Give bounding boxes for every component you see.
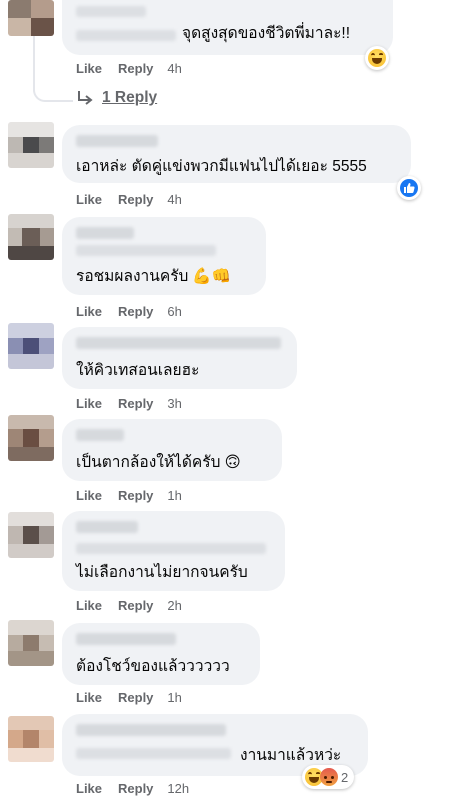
avatar[interactable] [8,214,54,260]
like-button[interactable]: Like [76,61,102,76]
thread-connector [33,78,73,102]
comment-text: เอาหล่ะ ตัดคู่แข่งพวกมีแฟนไปได้เยอะ 5555 [76,158,367,175]
emoji-text: 💪👊 [192,268,231,285]
avatar[interactable] [8,620,54,666]
comment-text: รอชมผลงานครับ 💪👊 [76,267,231,287]
reaction-summary[interactable] [397,176,421,200]
blurred-text [76,245,216,256]
comment-bubble: เป็นตากล้องให้ได้ครับ 🙃 [62,419,282,481]
emoji-text: 🙃 [224,454,241,471]
like-button[interactable]: Like [76,192,102,207]
comment-bubble: จุดสูงสุดของชีวิตพี่มาละ!! [62,0,393,55]
reply-button[interactable]: Reply [118,192,153,207]
avatar[interactable] [8,122,54,168]
avatar[interactable] [8,0,54,36]
blurred-name [76,521,138,533]
blurred-name [76,227,134,239]
comment-text: จุดสูงสุดของชีวิตพี่มาละ!! [182,25,351,42]
reaction-summary[interactable]: 2 [302,765,355,789]
view-replies-label: 1 Reply [102,89,158,106]
comment-actions: Like Reply 1h [76,690,182,705]
comment-actions: Like Reply 12h [76,781,189,796]
reply-button[interactable]: Reply [118,61,153,76]
comment-actions: Like Reply 4h [76,192,182,207]
timestamp[interactable]: 3h [167,396,181,411]
comment-text: งานมาแล้วหว่ะ [240,747,342,764]
avatar[interactable] [8,512,54,558]
timestamp[interactable]: 6h [167,304,181,319]
comment-actions: Like Reply 1h [76,488,182,503]
view-replies-link[interactable]: 1 Reply [76,89,157,107]
timestamp[interactable]: 12h [167,781,189,796]
like-icon [400,179,418,197]
like-button[interactable]: Like [76,304,102,319]
avatar[interactable] [8,323,54,369]
comment-bubble: ให้คิวเทสอนเลยฮะ [62,327,297,389]
blurred-name [76,633,176,645]
reply-button[interactable]: Reply [118,488,153,503]
reply-button[interactable]: Reply [118,598,153,613]
reply-button[interactable]: Reply [118,781,153,796]
reaction-count: 2 [341,769,349,785]
comment-text-main: เป็นตากล้องให้ได้ครับ [76,454,221,472]
like-button[interactable]: Like [76,690,102,705]
timestamp[interactable]: 1h [167,690,181,705]
reply-button[interactable]: Reply [118,690,153,705]
comment-bubble: เอาหล่ะ ตัดคู่แข่งพวกมีแฟนไปได้เยอะ 5555 [62,125,411,183]
reply-arrow-icon [78,91,93,105]
comment-actions: Like Reply 4h [76,61,182,76]
comment-actions: Like Reply 6h [76,304,182,319]
timestamp[interactable]: 1h [167,488,181,503]
blurred-name [76,724,226,736]
blurred-name [76,337,281,349]
comment-text: ต้องโชว์ของแล้วววววว [76,658,230,675]
like-button[interactable]: Like [76,598,102,613]
blurred-name [76,429,124,441]
comment-text-main: รอชมผลงานครับ [76,268,189,286]
angry-icon [320,768,338,786]
comment-text: ไม่เลือกงานไม่ยากจนครับ [76,564,248,581]
blurred-name [76,135,158,147]
blurred-name [76,6,146,17]
comment-bubble: ต้องโชว์ของแล้วววววว [62,623,260,685]
comment-actions: Like Reply 2h [76,598,182,613]
reply-button[interactable]: Reply [118,396,153,411]
comment-bubble: รอชมผลงานครับ 💪👊 [62,217,266,295]
comment-text: เป็นตากล้องให้ได้ครับ 🙃 [76,453,241,473]
haha-icon [368,49,386,67]
avatar[interactable] [8,716,54,762]
comment-bubble: ไม่เลือกงานไม่ยากจนครับ [62,511,285,591]
like-button[interactable]: Like [76,396,102,411]
avatar[interactable] [8,415,54,461]
blurred-text [76,30,176,41]
comment-text: ให้คิวเทสอนเลยฮะ [76,362,200,379]
timestamp[interactable]: 4h [167,61,181,76]
timestamp[interactable]: 2h [167,598,181,613]
timestamp[interactable]: 4h [167,192,181,207]
blurred-text [76,748,231,759]
blurred-text [76,543,266,554]
reaction-summary[interactable] [365,46,389,70]
like-button[interactable]: Like [76,781,102,796]
comment-actions: Like Reply 3h [76,396,182,411]
reply-button[interactable]: Reply [118,304,153,319]
like-button[interactable]: Like [76,488,102,503]
